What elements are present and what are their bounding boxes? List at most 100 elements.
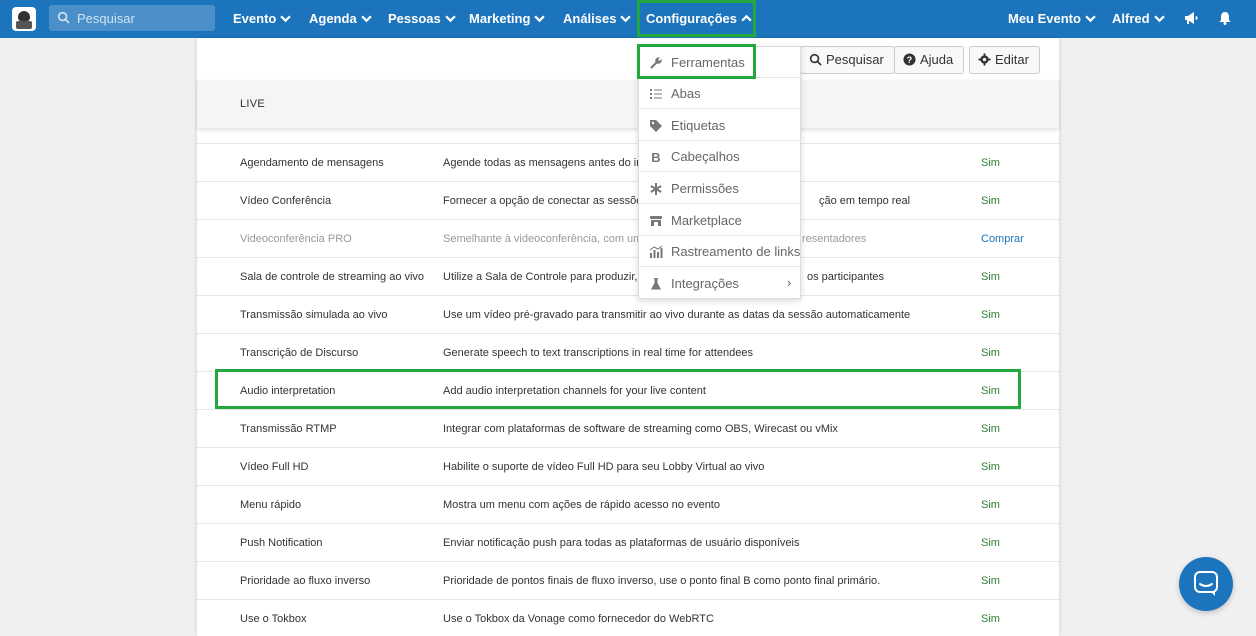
feature-row: Prioridade ao fluxo inverso Prioridade de… [197,561,1059,599]
feature-row: Audio interpretation Add audio interpreta… [197,371,1059,409]
chevron-down-icon [360,15,372,23]
section-title: LIVE [240,98,266,110]
gear-icon [978,53,991,66]
feature-description: Habilite o suporte de vídeo Full HD para… [443,461,765,473]
feature-description: Use o Tokbox da Vonage como fornecedor d… [443,613,714,625]
menu-item-permissoes[interactable]: Permissões [639,173,800,204]
nav-analises[interactable]: Análises [563,0,632,38]
nav-meu-evento-label: Meu Evento [1008,11,1081,26]
menu-item-abas[interactable]: Abas [639,78,800,109]
feature-description: Agende todas as mensagens antes do iníci… [443,157,660,169]
chevron-down-icon [1153,15,1165,23]
svg-text:?: ? [907,55,913,65]
feature-name: Menu rápido [240,499,302,511]
nav-evento[interactable]: Evento [233,0,292,38]
feature-row: Agendamento de mensagens Agende todas as … [197,143,1059,181]
bell-icon[interactable] [1217,10,1233,26]
feature-name: Push Notification [240,537,323,549]
feature-status[interactable]: Sim [981,613,1000,625]
search-button[interactable]: Pesquisar [800,46,895,74]
chevron-down-icon [280,15,292,23]
feature-row: Vídeo Conferência Fornecer a opção de con… [197,181,1059,219]
menu-item-label: Integrações [671,276,739,291]
nav-marketing-label: Marketing [469,11,531,26]
feature-name: Transmissão simulada ao vivo [240,309,388,321]
feature-status[interactable]: Sim [981,271,1000,283]
search-icon [57,11,70,24]
app-logo[interactable] [12,7,36,31]
menu-item-ferramentas[interactable]: Ferramentas [639,47,800,78]
feature-name: Transmissão RTMP [240,423,337,435]
feature-description: Prioridade de pontos finais de fluxo inv… [443,575,881,587]
nav-configuracoes-label: Configurações [646,11,738,26]
menu-item-label: Ferramentas [671,55,745,70]
feature-status[interactable]: Sim [981,385,1000,397]
feature-description: Use um vídeo pré-gravado para transmitir… [443,309,911,321]
logo-body-shape [16,21,32,29]
top-navbar: Pesquisar Evento Agenda Pessoas Marketin… [0,0,1256,38]
nav-meu-evento[interactable]: Meu Evento [1008,0,1096,38]
nav-agenda[interactable]: Agenda [309,0,372,38]
nav-configuracoes[interactable]: Configurações [646,0,752,38]
feature-description: Utilize a Sala de Controle para produzir… [443,271,647,283]
menu-item-rastreamento[interactable]: Rastreamento de links [639,236,800,267]
feature-description: Add audio interpretation channels for yo… [443,385,706,397]
menu-item-cabecalhos[interactable]: B Cabeçalhos [639,141,800,172]
tags-icon [650,120,662,132]
store-icon [650,216,662,226]
menu-item-etiquetas[interactable]: Etiquetas [639,110,800,141]
feature-status[interactable]: Sim [981,461,1000,473]
feature-row: Videoconferência PRO Semelhante à videoco… [197,219,1059,257]
nav-user-label: Alfred [1112,11,1150,26]
menu-item-label: Marketplace [671,213,742,228]
settings-panel: Pesquisar ? Ajuda Editar LIVE Agendamento… [197,38,1059,636]
feature-status[interactable]: Sim [981,499,1000,511]
logo-face-shape [18,11,30,21]
feature-status[interactable]: Sim [981,575,1000,587]
chat-launcher-button[interactable] [1179,557,1233,611]
feature-name: Vídeo Conferência [240,195,332,207]
chevron-down-icon [534,15,546,23]
edit-button-label: Editar [995,52,1029,67]
feature-status[interactable]: Sim [981,347,1000,359]
search-icon [809,53,822,66]
section-header-live: LIVE [197,80,1059,128]
list-icon [650,89,662,99]
megaphone-icon[interactable] [1183,10,1199,26]
feature-description: Semelhante à videoconferência, com uma [443,233,649,245]
help-button-label: Ajuda [920,52,954,67]
feature-description: Mostra um menu com ações de rápido acess… [443,499,720,511]
feature-description: Fornecer a opção de conectar as sessões [443,195,648,207]
menu-item-label: Permissões [671,181,739,196]
feature-row: Push Notification Enviar notificação push… [197,523,1059,561]
search-button-label: Pesquisar [826,52,884,67]
edit-button[interactable]: Editar [969,46,1040,74]
menu-item-integracoes[interactable]: Integrações › [639,268,800,299]
menu-item-label: Abas [671,86,701,101]
feature-status[interactable]: Sim [981,309,1000,321]
nav-marketing[interactable]: Marketing [469,0,546,38]
nav-analises-label: Análises [563,11,617,26]
nav-pessoas[interactable]: Pessoas [388,0,456,38]
feature-name: Sala de controle de streaming ao vivo [240,271,425,283]
feature-name: Videoconferência PRO [240,233,352,245]
global-search-input[interactable]: Pesquisar [49,5,215,31]
nav-user-menu[interactable]: Alfred [1112,0,1165,38]
chevron-down-icon [620,15,632,23]
feature-status[interactable]: Sim [981,423,1000,435]
feature-row: Use o Tokbox Use o Tokbox da Vonage como … [197,599,1059,636]
feature-status[interactable]: Sim [981,537,1000,549]
feature-row: Transcrição de Discurso Generate speech t… [197,333,1059,371]
feature-status[interactable]: Sim [981,195,1000,207]
chevron-right-icon: › [787,275,792,290]
svg-text:B: B [651,150,660,164]
feature-status[interactable]: Sim [981,157,1000,169]
bar-chart-icon [649,245,663,258]
menu-item-marketplace[interactable]: Marketplace [639,205,800,236]
buy-link[interactable]: Comprar [981,233,1024,245]
feature-description-tail: os participantes [807,271,885,283]
help-button[interactable]: ? Ajuda [894,46,965,74]
feature-description-tail: resentadores [802,233,867,245]
panel-toolbar: Pesquisar ? Ajuda Editar [197,38,1059,80]
nav-evento-label: Evento [233,11,277,26]
